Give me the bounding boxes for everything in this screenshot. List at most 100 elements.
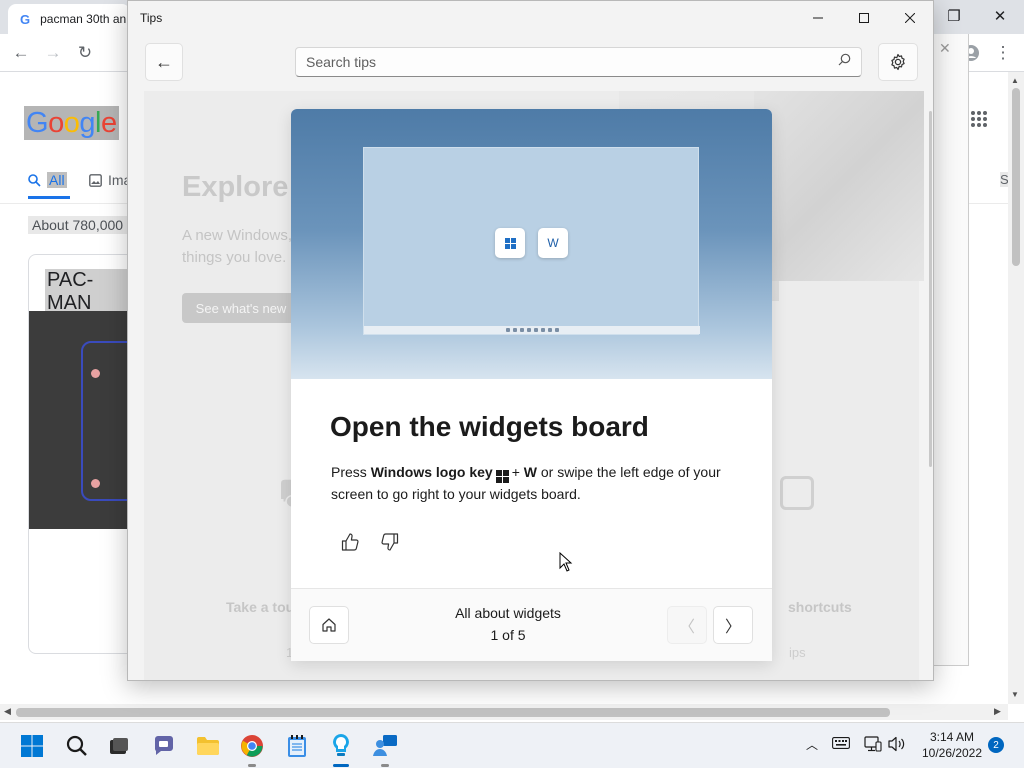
gear-icon [891, 53, 905, 71]
tab-images[interactable]: Ima [89, 172, 131, 188]
reload-icon[interactable]: ↻ [72, 40, 98, 66]
chevron-up-icon[interactable]: ︿ [806, 736, 818, 753]
tip-title: Open the widgets board [330, 411, 649, 442]
active-indicator [333, 764, 349, 767]
tips-scrollbar[interactable] [929, 111, 932, 467]
chat-icon [155, 736, 173, 755]
tip-text-plus: + [511, 464, 520, 480]
background-window: ✕ [933, 34, 969, 666]
knowledge-card-title[interactable]: PAC-MAN [45, 269, 137, 315]
pellet-dot [91, 369, 100, 378]
search-icon [66, 735, 87, 756]
volume-icon[interactable] [888, 736, 906, 755]
search-input[interactable] [295, 47, 862, 77]
maximize-icon[interactable] [841, 1, 887, 35]
teams-chat-button[interactable] [147, 730, 181, 762]
tip-description: Press Windows logo key + W or swipe the l… [331, 461, 741, 505]
google-logo[interactable]: Google [24, 106, 119, 140]
search-button[interactable] [60, 730, 94, 762]
home-icon [322, 618, 336, 632]
scroll-up-icon[interactable]: ▲ [1011, 76, 1019, 85]
close-icon[interactable] [887, 1, 933, 35]
task-view-button[interactable] [102, 730, 136, 762]
scroll-thumb[interactable] [1012, 88, 1020, 266]
back-arrow-icon[interactable]: ← [8, 40, 34, 66]
active-tab-indicator [28, 196, 70, 199]
back-button[interactable]: ← [145, 43, 183, 81]
quick-assist-icon [373, 735, 397, 756]
google-favicon-icon: G [20, 11, 31, 27]
windows-logo-icon [504, 237, 516, 249]
mouse-cursor-icon [559, 551, 573, 577]
quick-assist-button[interactable] [368, 730, 402, 767]
keyboard-icon [780, 476, 814, 510]
horizontal-scrollbar[interactable]: ◀ ▶ [0, 704, 1008, 720]
forward-arrow-icon[interactable]: → [40, 40, 66, 66]
tab-all[interactable]: All [28, 172, 67, 188]
keyboard-icon[interactable] [832, 736, 850, 752]
next-button[interactable]: 〉 [713, 606, 753, 644]
chrome-icon [241, 735, 263, 757]
chrome-taskbar-button[interactable] [235, 730, 269, 767]
results-count: About 780,000 [28, 216, 128, 234]
tip-footer: All about widgets 1 of 5 〈 〉 [291, 589, 772, 661]
taskbar: ︿ 3:14 AM 10/26/2022 2 [0, 722, 1024, 768]
shortcuts-label[interactable]: shortcuts [788, 599, 852, 615]
hero-taskbar [364, 326, 700, 334]
running-indicator [248, 764, 256, 767]
chrome-menu-icon[interactable]: ⋮ [990, 40, 1016, 66]
start-button[interactable] [15, 730, 49, 762]
tips-window-title: Tips [140, 11, 163, 25]
minimize-icon[interactable] [795, 1, 841, 35]
scroll-left-icon[interactable]: ◀ [4, 706, 11, 717]
system-clock[interactable]: 3:14 AM 10/26/2022 [914, 729, 990, 761]
tip-text-key: Windows logo key [370, 464, 493, 480]
tip-card: W Open the widgets board Press Windows l… [291, 109, 772, 661]
thumbs-up-icon[interactable] [337, 529, 363, 555]
tips-window: Tips ← Explore W A new Windows, things y… [127, 0, 934, 681]
chrome-restore-icon[interactable]: ❐ [938, 4, 970, 28]
clock-time: 3:14 AM [929, 730, 975, 744]
page-counter: 1 of 5 [490, 627, 526, 643]
settings-button[interactable] [878, 43, 918, 81]
windows-key-tile [495, 228, 525, 258]
notepad-button[interactable] [280, 730, 314, 762]
tile-subtext: ips [789, 645, 806, 660]
chrome-close-icon[interactable]: ✕ [984, 4, 1016, 28]
clock-date: 10/26/2022 [921, 746, 983, 760]
take-a-tour-label[interactable]: Take a tour [226, 599, 300, 615]
chevron-right-icon: 〉 [724, 619, 741, 636]
task-view-icon [110, 738, 128, 754]
apps-grid-icon[interactable] [970, 110, 988, 134]
previous-button[interactable]: 〈 [667, 606, 707, 644]
scroll-thumb[interactable] [16, 708, 890, 717]
hero-screen: W [363, 147, 700, 335]
back-arrow-icon: ← [155, 51, 173, 72]
device-image [754, 91, 924, 281]
pellet-dot [91, 479, 100, 488]
see-whats-new-button[interactable]: See what's new [182, 293, 300, 323]
pacman-doodle-image[interactable] [29, 311, 137, 529]
tips-taskbar-button[interactable] [324, 730, 358, 767]
scroll-down-icon[interactable]: ▼ [1011, 690, 1019, 699]
home-button[interactable] [309, 606, 349, 644]
chrome-tab-title: pacman 30th an [40, 12, 127, 26]
scroll-right-icon[interactable]: ▶ [994, 706, 1001, 717]
close-icon[interactable]: ✕ [939, 40, 951, 57]
chrome-tab[interactable]: G pacman 30th an [8, 4, 130, 34]
windows-logo-icon [495, 470, 509, 483]
file-explorer-button[interactable] [191, 730, 225, 762]
search-icon[interactable] [838, 53, 851, 69]
windows-start-icon [21, 735, 43, 757]
chevron-left-icon: 〈 [678, 619, 695, 636]
notepad-icon [288, 735, 306, 757]
knowledge-card: PAC-MAN [28, 254, 138, 654]
collection-title: All about widgets [455, 605, 561, 621]
vertical-scrollbar[interactable]: ▲ ▼ [1008, 72, 1024, 704]
thumbs-down-icon[interactable] [377, 529, 403, 555]
tips-titlebar[interactable]: Tips [128, 1, 933, 35]
tip-text-press: Press [331, 464, 367, 480]
notification-badge[interactable]: 2 [988, 737, 1004, 753]
tab-all-label: All [47, 172, 67, 188]
network-icon[interactable] [864, 736, 882, 755]
